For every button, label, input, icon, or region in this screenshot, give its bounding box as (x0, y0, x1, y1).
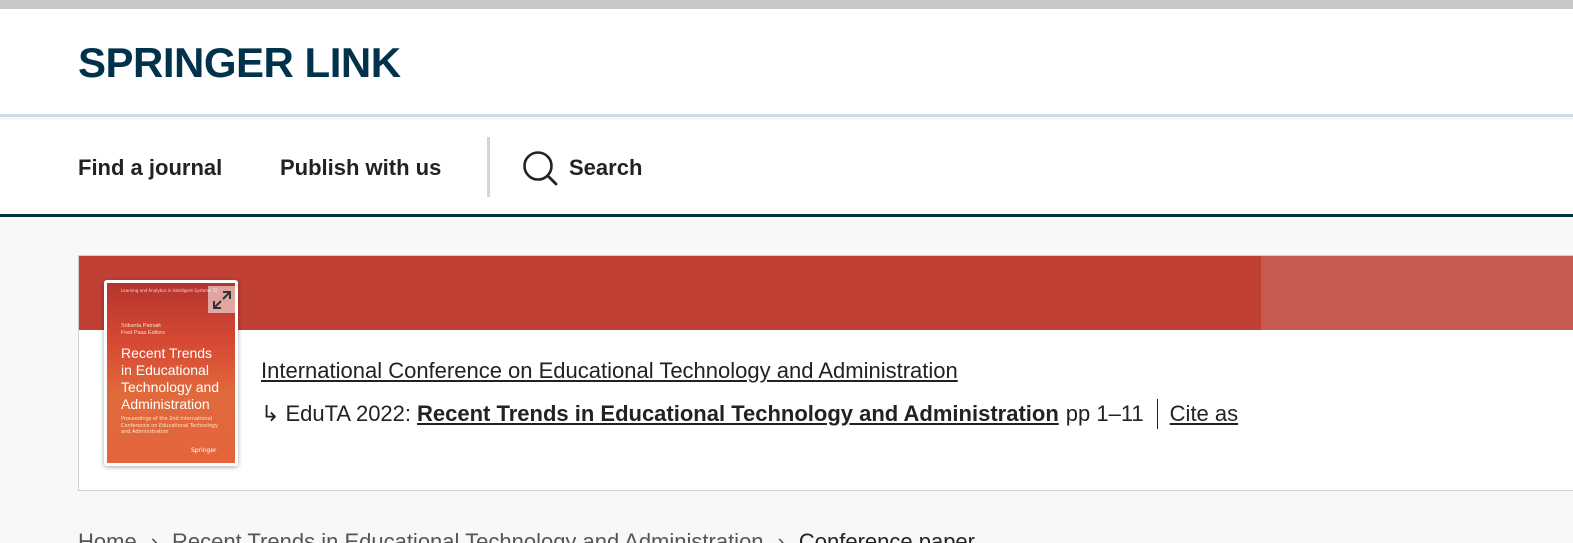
cover-publisher: Springer (191, 447, 217, 454)
cite-as-link[interactable]: Cite as (1170, 401, 1238, 427)
arrow-icon: ↳ (261, 401, 280, 427)
breadcrumb-home[interactable]: Home (78, 528, 137, 543)
cover-series: Learning and Analytics in Intelligent Sy… (121, 288, 218, 293)
nav-publish-with-us[interactable]: Publish with us (280, 154, 441, 182)
nav-divider (487, 137, 490, 197)
book-title-link[interactable]: Recent Trends in Educational Technology … (417, 401, 1059, 427)
springer-link-logo[interactable]: SPRINGER LINK (78, 40, 401, 86)
expand-cover-button[interactable] (208, 286, 235, 313)
top-strip (0, 0, 1573, 9)
expand-icon (212, 290, 231, 309)
breadcrumb-separator: › (150, 529, 159, 543)
book-cover-image[interactable]: Learning and Analytics in Intelligent Sy… (104, 280, 238, 466)
cover-subtitle: Proceedings of the 2nd International Con… (121, 416, 218, 435)
breadcrumb-book[interactable]: Recent Trends in Educational Technology … (172, 528, 764, 543)
book-series-line: ↳ EduTA 2022: Recent Trends in Education… (261, 399, 1238, 429)
breadcrumb-current: Conference paper (798, 529, 975, 543)
context-banner-accent (1261, 256, 1573, 330)
search-label: Search (569, 155, 643, 180)
conference-link[interactable]: International Conference on Educational … (261, 357, 958, 385)
event-label: EduTA 2022: (285, 401, 412, 426)
main-nav: Find a journal Publish with us Search (0, 120, 1573, 217)
site-header: SPRINGER LINK (0, 9, 1573, 117)
cover-title: Recent Trends in Educational Technology … (121, 345, 220, 412)
breadcrumb-separator: › (777, 529, 785, 543)
breadcrumb: Home › Recent Trends in Educational Tech… (78, 528, 975, 543)
divider (1156, 399, 1158, 429)
search-button[interactable]: Search (522, 150, 642, 186)
book-context-card: Learning and Analytics in Intelligent Sy… (78, 255, 1573, 491)
nav-find-journal[interactable]: Find a journal (78, 154, 222, 182)
search-icon (523, 151, 558, 186)
cover-editors: Srikanta Patnaik Fred Paas Editors (121, 323, 166, 336)
page-range: pp 1–11 (1065, 401, 1144, 426)
